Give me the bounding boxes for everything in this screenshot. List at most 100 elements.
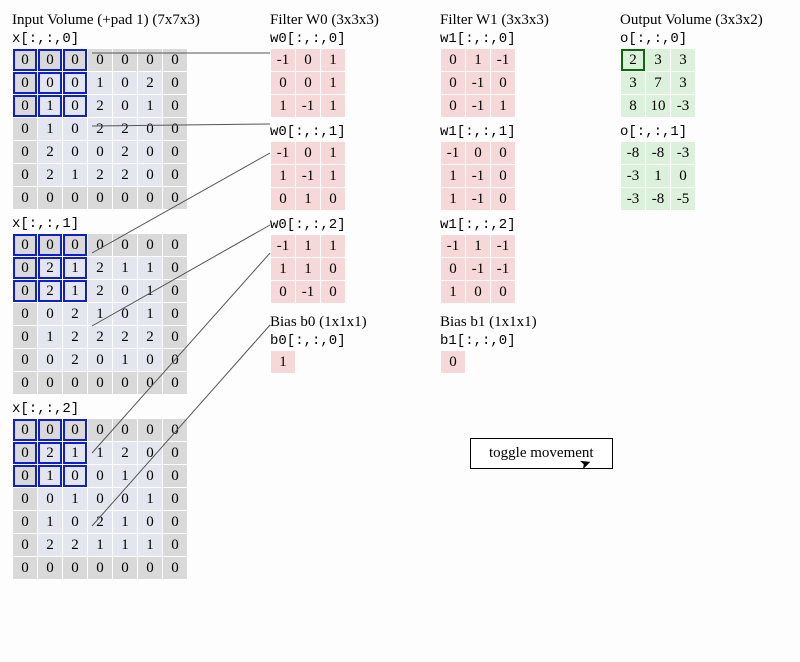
cell: -3 [621, 165, 646, 188]
cell: 0 [163, 187, 188, 210]
cell: -1 [271, 142, 296, 165]
cell: 0 [63, 95, 88, 118]
cell: 1 [491, 95, 516, 118]
cell: -8 [621, 142, 646, 165]
cell: 0 [163, 280, 188, 303]
cell: 0 [88, 372, 113, 395]
b1-grid: 0 [440, 350, 466, 374]
cell: 0 [271, 72, 296, 95]
cell: 0 [138, 465, 163, 488]
cell: 1 [113, 349, 138, 372]
cell: 0 [13, 488, 38, 511]
cell: 2 [88, 257, 113, 280]
cell: 0 [38, 557, 63, 580]
cell: 0 [163, 95, 188, 118]
cell: 1 [113, 465, 138, 488]
cell: 1 [321, 235, 346, 258]
cell: 0 [163, 72, 188, 95]
cell: 0 [163, 419, 188, 442]
cell: 0 [163, 534, 188, 557]
cell: 0 [441, 95, 466, 118]
cell: 0 [13, 534, 38, 557]
cell: 1 [113, 511, 138, 534]
cell: 3 [646, 49, 671, 72]
cell: 2 [38, 280, 63, 303]
cell: 0 [13, 141, 38, 164]
cell: 1 [321, 142, 346, 165]
input-slice-1: x[:,:,1] 0000000021211002120100021010012… [12, 216, 252, 395]
cell: 2 [63, 326, 88, 349]
input-slice-1-label: x[:,:,1] [12, 216, 252, 232]
cell: 0 [163, 118, 188, 141]
cell: 1 [441, 188, 466, 211]
cell: 2 [63, 303, 88, 326]
cell: 0 [113, 187, 138, 210]
cell: 0 [321, 281, 346, 304]
cell: 0 [13, 234, 38, 257]
cell: 0 [163, 49, 188, 72]
cell: 0 [441, 49, 466, 72]
cell: 1 [38, 326, 63, 349]
output-slice-0-label: o[:,:,0] [620, 31, 780, 47]
cell: 0 [63, 511, 88, 534]
cell: 0 [466, 281, 491, 304]
cell: 2 [38, 141, 63, 164]
cell: 1 [321, 95, 346, 118]
cell: 0 [163, 488, 188, 511]
cell: 0 [63, 118, 88, 141]
cell: 1 [271, 258, 296, 281]
cell: 1 [113, 257, 138, 280]
cell: 0 [13, 442, 38, 465]
cell: 1 [113, 534, 138, 557]
w0-grid-1: -1011-11010 [270, 141, 346, 211]
cell: -8 [646, 142, 671, 165]
output-grid-1: -8-8-3-310-3-8-5 [620, 141, 696, 211]
cell: 2 [88, 280, 113, 303]
cell: 0 [13, 303, 38, 326]
cell: 0 [113, 419, 138, 442]
cell: -1 [271, 235, 296, 258]
cell: -1 [271, 49, 296, 72]
cell: 2 [38, 164, 63, 187]
cell: 0 [38, 72, 63, 95]
cell: 0 [138, 49, 163, 72]
cell: 0 [88, 557, 113, 580]
w1-title: Filter W1 (3x3x3) [440, 12, 600, 29]
cell: 0 [491, 165, 516, 188]
w0-slice-0-label: w0[:,:,0] [270, 31, 430, 47]
w1-column: Filter W1 (3x3x3) w1[:,:,0] 01-10-100-11… [440, 12, 600, 380]
cell: 1 [88, 72, 113, 95]
cell: 0 [63, 49, 88, 72]
cell: -1 [491, 235, 516, 258]
cell: 1 [63, 257, 88, 280]
cell: 0 [296, 72, 321, 95]
cell: 0 [13, 187, 38, 210]
input-grid-0: 0000000000102001020100102200020020002122… [12, 48, 188, 210]
output-column: Output Volume (3x3x2) o[:,:,0] 233373810… [620, 12, 780, 217]
cell: 2 [38, 442, 63, 465]
cell: 0 [113, 488, 138, 511]
w1-grid-2: -11-10-1-1100 [440, 234, 516, 304]
input-slice-2-label: x[:,:,2] [12, 401, 252, 417]
cell: 0 [63, 419, 88, 442]
w0-grid-0: -1010011-11 [270, 48, 346, 118]
cell: 1 [38, 465, 63, 488]
cell: 0 [13, 557, 38, 580]
w1-grid-0: 01-10-100-11 [440, 48, 516, 118]
cell: 1 [138, 95, 163, 118]
cell: 0 [138, 349, 163, 372]
cell: 0 [88, 488, 113, 511]
cell: 0 [138, 442, 163, 465]
w0-title: Filter W0 (3x3x3) [270, 12, 430, 29]
cell: 1 [441, 281, 466, 304]
cell: 0 [138, 164, 163, 187]
cell: 0 [63, 72, 88, 95]
cell: 0 [163, 557, 188, 580]
cell: 2 [38, 534, 63, 557]
cell: 2 [88, 511, 113, 534]
cell: 0 [38, 349, 63, 372]
cell: -1 [491, 258, 516, 281]
cell: 0 [13, 349, 38, 372]
cell: -1 [466, 258, 491, 281]
cell: 2 [88, 118, 113, 141]
